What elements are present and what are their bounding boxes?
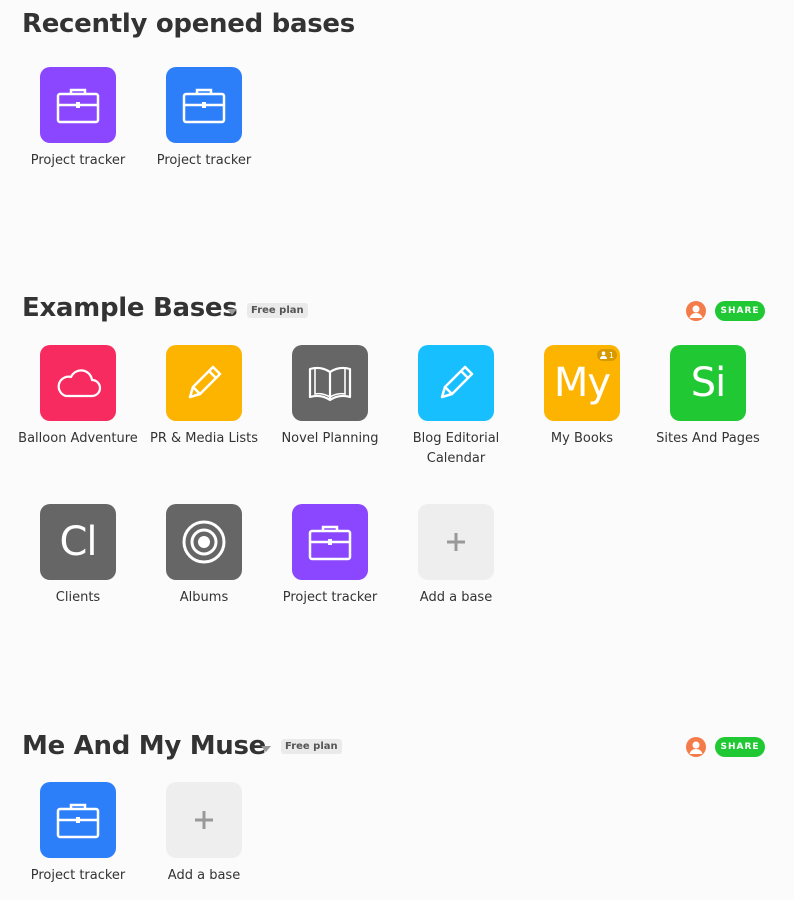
pencil-icon — [188, 365, 222, 399]
base-icon — [292, 504, 368, 580]
base-icon — [166, 345, 242, 421]
base-name: Project tracker — [30, 868, 126, 883]
base-tile-pr-media-lists[interactable]: PR & Media Lists — [142, 345, 266, 449]
cloud-icon — [57, 369, 102, 398]
base-icon — [166, 67, 242, 143]
workspace-menu-caret-icon[interactable] — [227, 309, 237, 315]
base-name: PR & Media Lists — [150, 431, 258, 446]
plan-badge: Free plan — [247, 303, 308, 318]
base-icon — [40, 67, 116, 143]
base-tile-clients[interactable]: Cl Clients — [16, 504, 140, 608]
plan-badge: Free plan — [281, 739, 342, 754]
base-icon — [418, 345, 494, 421]
recent-bases-title: Recently opened bases — [22, 9, 355, 39]
add-base-button[interactable]: Add a base — [142, 782, 266, 886]
add-base-tile — [418, 504, 494, 580]
base-tile-blog-editorial-calendar[interactable]: Blog Editorial Calendar — [394, 345, 518, 469]
collaborator-badge: 1 — [596, 349, 617, 361]
base-tile-novel-planning[interactable]: Novel Planning — [268, 345, 392, 449]
briefcase-icon — [182, 88, 226, 124]
base-icon: My 1 — [544, 345, 620, 421]
base-tile-project-tracker[interactable]: Project tracker — [16, 67, 140, 171]
plus-icon — [447, 533, 465, 551]
user-avatar[interactable] — [686, 301, 706, 321]
base-name: Albums — [179, 590, 229, 605]
base-tile-my-books[interactable]: My 1 My Books — [520, 345, 644, 449]
base-icon — [40, 345, 116, 421]
person-icon — [689, 741, 703, 754]
base-icon: Cl — [40, 504, 116, 580]
plus-icon — [195, 811, 213, 829]
base-name: Balloon Adventure — [18, 431, 138, 446]
base-tile-project-tracker[interactable]: Project tracker — [16, 782, 140, 886]
pencil-icon — [440, 365, 474, 399]
briefcase-icon — [308, 525, 352, 561]
base-icon — [292, 345, 368, 421]
base-tile-project-tracker[interactable]: Project tracker — [268, 504, 392, 608]
base-tile-project-tracker[interactable]: Project tracker — [142, 67, 266, 171]
base-name: Novel Planning — [281, 431, 379, 446]
share-button[interactable]: SHARE — [715, 737, 765, 757]
base-name: Project tracker — [282, 590, 378, 605]
add-base-tile — [166, 782, 242, 858]
record-icon — [182, 520, 226, 564]
add-base-button[interactable]: Add a base — [394, 504, 518, 608]
base-tile-balloon-adventure[interactable]: Balloon Adventure — [16, 345, 140, 449]
base-initials: Si — [690, 360, 727, 406]
base-icon: Si — [670, 345, 746, 421]
collaborator-count: 1 — [608, 350, 614, 360]
user-avatar[interactable] — [686, 737, 706, 757]
base-tile-sites-and-pages[interactable]: Si Sites And Pages — [646, 345, 770, 449]
add-base-label: Add a base — [167, 868, 241, 883]
person-icon — [599, 351, 607, 359]
book-icon — [308, 366, 352, 402]
share-button[interactable]: SHARE — [715, 301, 765, 321]
workspace-title: Example Bases — [22, 293, 238, 323]
base-name: My Books — [550, 431, 614, 446]
base-icon — [40, 782, 116, 858]
base-tile-albums[interactable]: Albums — [142, 504, 266, 608]
base-icon — [166, 504, 242, 580]
workspace-title: Me And My Muse — [22, 731, 267, 761]
add-base-label: Add a base — [419, 590, 493, 605]
base-name: Blog Editorial Calendar — [412, 431, 500, 466]
briefcase-icon — [56, 88, 100, 124]
base-name: Sites And Pages — [656, 431, 760, 446]
briefcase-icon — [56, 803, 100, 839]
base-initials: Cl — [59, 519, 97, 565]
base-initials: My — [553, 360, 611, 406]
workspace-menu-caret-icon[interactable] — [261, 746, 271, 752]
base-name: Project tracker — [156, 153, 252, 168]
person-icon — [689, 305, 703, 318]
base-name: Clients — [55, 590, 101, 605]
base-name: Project tracker — [30, 153, 126, 168]
